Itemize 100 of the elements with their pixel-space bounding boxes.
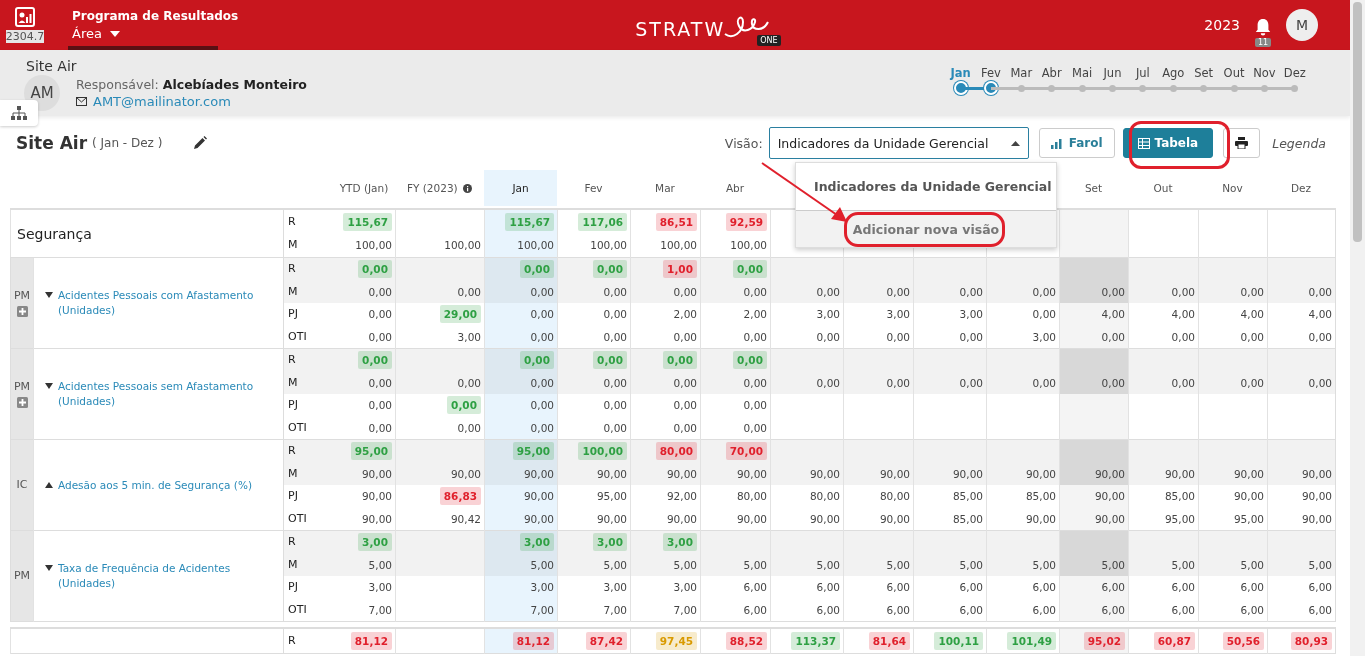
status-value: 100,11 <box>934 631 983 650</box>
row-type-label: R <box>288 214 296 228</box>
month-label[interactable]: Mai <box>1072 66 1093 80</box>
table-cell: 0,00 <box>886 376 910 389</box>
scrollbar-thumb[interactable] <box>1353 2 1362 242</box>
table-cell: 4,00 <box>1240 308 1264 321</box>
table-cell: 90,00 <box>450 467 481 480</box>
table-cell: 7,00 <box>603 603 627 616</box>
column-header: Fev <box>584 182 603 194</box>
month-label[interactable]: Set <box>1194 66 1214 80</box>
month-label[interactable]: Nov <box>1253 66 1276 80</box>
column-header: Jan <box>512 182 529 194</box>
view-select[interactable]: Indicadores da Unidade Gerencial <box>768 127 1029 159</box>
table-cell: 100,00 <box>517 239 554 252</box>
table-cell: 0,00 <box>457 421 481 434</box>
bell-icon[interactable] <box>1254 17 1272 36</box>
year-label: 2023 <box>1204 17 1240 33</box>
month-label[interactable]: Ago <box>1162 66 1185 80</box>
table-cell: 6,00 <box>1101 581 1125 594</box>
indicator-link[interactable]: Adesão aos 5 min. de Segurança (%) <box>58 477 252 493</box>
table-cell: 7,00 <box>530 603 554 616</box>
month-label[interactable]: Fev <box>980 66 1001 80</box>
month-label[interactable]: Jun <box>1103 66 1122 80</box>
table-cell: 100,00 <box>444 239 481 252</box>
month-label[interactable]: Abr <box>1041 66 1062 80</box>
table-cell: 0,00 <box>1308 285 1332 298</box>
table-cell: 90,00 <box>361 512 392 525</box>
print-button[interactable] <box>1223 128 1261 158</box>
expand-caret-icon[interactable] <box>45 481 53 488</box>
view-label: Visão: <box>724 135 763 151</box>
traffic-light-button[interactable]: Farol <box>1038 128 1115 158</box>
indicator-link[interactable]: Acidentes Pessoais com Afastamento (Unidades) <box>58 288 260 318</box>
org-chart-button[interactable] <box>0 100 38 126</box>
table-cell: 0,00 <box>1101 376 1125 389</box>
program-name: Programa de Resultados <box>72 9 239 23</box>
table-cell: 0,00 <box>1240 285 1264 298</box>
table-cell: 5,00 <box>1032 558 1056 571</box>
status-value: 115,67 <box>343 212 392 231</box>
indicator-code: PM <box>13 569 31 583</box>
user-avatar[interactable]: M <box>1286 9 1318 41</box>
scrollbar[interactable] <box>1350 0 1365 656</box>
collapse-caret-icon[interactable] <box>45 565 53 571</box>
table-cell: 0,00 <box>1308 330 1332 343</box>
row-type-label: M <box>288 466 298 480</box>
area-dropdown[interactable]: Área <box>72 26 239 41</box>
indicator-link[interactable]: Acidentes Pessoais sem Afastamento (Unidades) <box>58 379 260 409</box>
timeline-dot[interactable] <box>1291 84 1299 92</box>
table-cell: 6,00 <box>1101 603 1125 616</box>
status-value: 95,00 <box>350 442 392 461</box>
table-cell: 0,00 <box>1308 376 1332 389</box>
indicator-code: PM <box>13 380 31 394</box>
table-cell: 0,00 <box>959 285 983 298</box>
collapse-caret-icon[interactable] <box>45 292 53 298</box>
month-label[interactable]: Jul <box>1135 66 1150 80</box>
table-cell: 6,00 <box>886 581 910 594</box>
status-value: 0,00 <box>663 351 697 370</box>
table-button[interactable]: Tabela <box>1122 128 1214 158</box>
section-title: Segurança <box>17 225 92 242</box>
legend-link[interactable]: Legenda <box>1272 135 1326 151</box>
month-label[interactable]: Mar <box>1010 66 1033 80</box>
table-cell: 85,00 <box>952 490 983 503</box>
table-cell: 90,42 <box>450 512 481 525</box>
table-cell: 5,00 <box>368 558 392 571</box>
table-cell: 7,00 <box>368 603 392 616</box>
status-value: 0,00 <box>358 260 392 279</box>
app-code: 2304.7 <box>5 30 45 43</box>
logo-badge: ONE <box>757 35 781 46</box>
status-value: 0,00 <box>520 260 554 279</box>
month-label[interactable]: Out <box>1223 66 1245 80</box>
info-icon[interactable] <box>463 184 473 193</box>
collapse-caret-icon[interactable] <box>45 383 53 389</box>
table-cell: 0,00 <box>1032 376 1056 389</box>
table-cell: 80,00 <box>879 490 910 503</box>
plus-icon[interactable] <box>16 397 28 408</box>
table-cell: 90,00 <box>1094 467 1125 480</box>
row-type-label: OTI <box>288 420 307 434</box>
row-type-label: R <box>288 633 296 647</box>
indicator-link[interactable]: Taxa de Frequência de Acidentes (Unidades) <box>58 561 260 591</box>
month-label[interactable]: Dez <box>1283 66 1306 80</box>
table-cell: 0,00 <box>959 330 983 343</box>
table-cell: 6,00 <box>959 581 983 594</box>
add-view-option[interactable]: Adicionar nova visão <box>796 211 1056 247</box>
column-header: Out <box>1153 182 1173 194</box>
table-cell: 0,00 <box>673 421 697 434</box>
row-type-label: R <box>288 444 296 458</box>
table-cell: 90,00 <box>952 467 983 480</box>
table-cell: 90,00 <box>1164 467 1195 480</box>
table-cell: 100,00 <box>730 239 767 252</box>
table-cell: 100,00 <box>660 239 697 252</box>
plus-icon[interactable] <box>16 306 28 317</box>
table-cell: 5,00 <box>959 558 983 571</box>
table-cell: 6,00 <box>816 603 840 616</box>
status-value: 50,56 <box>1222 631 1264 650</box>
status-value: 0,00 <box>520 351 554 370</box>
table-cell: 90,00 <box>596 512 627 525</box>
pencil-icon[interactable] <box>193 136 208 150</box>
table-cell: 90,00 <box>809 467 840 480</box>
status-value: 88,52 <box>725 631 767 650</box>
table-cell: 6,00 <box>1032 603 1056 616</box>
app-badge[interactable]: 2304.7 <box>0 0 50 50</box>
